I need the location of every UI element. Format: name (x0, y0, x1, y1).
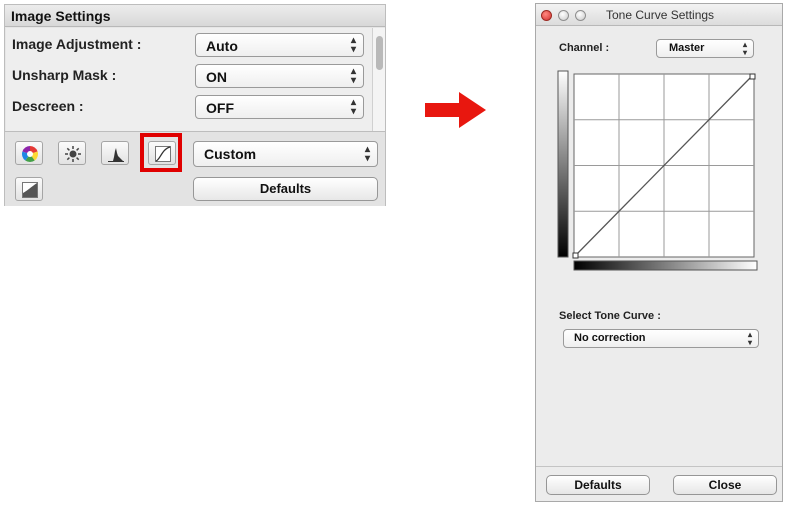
window-title: Tone Curve Settings (606, 8, 715, 22)
unsharp-mask-value: ON (206, 69, 227, 85)
tone-curve-graph[interactable] (557, 70, 759, 273)
tone-curve-settings-window: Tone Curve Settings Channel : Master ▴ ▾ … (535, 3, 783, 502)
brightness-contrast-icon (65, 146, 81, 162)
histogram-icon (108, 148, 124, 162)
close-window-icon[interactable] (541, 10, 552, 21)
select-tone-curve-select[interactable]: No correction ▴ ▾ (563, 329, 759, 348)
descreen-row: Descreen : OFF ▴ ▾ (6, 92, 372, 123)
final-review-button[interactable] (15, 177, 43, 201)
descreen-select[interactable]: OFF ▴ ▾ (195, 95, 364, 119)
curve-end-handle[interactable] (749, 73, 756, 80)
minimize-window-icon[interactable] (558, 10, 569, 21)
tone-settings-preset-select[interactable]: Custom ▴ ▾ (193, 141, 378, 167)
up-down-arrows-icon: ▴ ▾ (747, 330, 752, 347)
channel-select[interactable]: Master ▴ ▾ (656, 39, 754, 58)
image-adjustment-row: Image Adjustment : Auto ▴ ▾ (6, 30, 372, 61)
channel-value: Master (669, 42, 705, 54)
output-gradient-bar (557, 70, 569, 258)
up-down-arrows-icon: ▴ ▾ (364, 144, 370, 164)
up-down-arrows-icon: ▴ ▾ (350, 66, 356, 86)
channel-label: Channel : (559, 42, 610, 54)
image-settings-panel: Image Settings Image Adjustment : Auto ▴… (4, 4, 386, 206)
image-adjustment-select[interactable]: Auto ▴ ▾ (195, 33, 364, 57)
input-gradient-bar (573, 260, 758, 271)
window-titlebar: Tone Curve Settings (536, 4, 782, 26)
unsharp-mask-label: Unsharp Mask : (12, 67, 117, 83)
up-down-arrows-icon: ▴ ▾ (350, 35, 356, 55)
histogram-button[interactable] (101, 141, 129, 165)
curve-start-handle[interactable] (572, 252, 579, 259)
defaults-button[interactable]: Defaults (546, 475, 650, 495)
descreen-label: Descreen : (12, 98, 84, 114)
panel-title: Image Settings (5, 5, 385, 27)
up-down-arrows-icon: ▴ ▾ (350, 97, 356, 117)
final-review-icon (22, 182, 38, 198)
scrollbar-thumb[interactable] (376, 36, 383, 70)
unsharp-mask-select[interactable]: ON ▴ ▾ (195, 64, 364, 88)
image-adjustment-label: Image Adjustment : (12, 36, 142, 52)
preset-value: Custom (204, 146, 257, 162)
up-down-arrows-icon: ▴ ▾ (742, 40, 747, 57)
zoom-window-icon[interactable] (575, 10, 586, 21)
right-arrow-icon (425, 92, 486, 128)
defaults-button[interactable]: Defaults (193, 177, 378, 201)
bottom-separator (536, 466, 782, 467)
saturation-color-balance-button[interactable] (15, 141, 43, 165)
descreen-value: OFF (206, 100, 234, 116)
close-button[interactable]: Close (673, 475, 777, 495)
settings-scrollbar[interactable] (372, 28, 385, 131)
tone-curve-value: No correction (574, 332, 646, 344)
saturation-color-balance-icon (21, 146, 39, 163)
brightness-contrast-button[interactable] (58, 141, 86, 165)
adjustment-toolbar: Custom ▴ ▾ Defaults (5, 131, 385, 206)
settings-list: Image Adjustment : Auto ▴ ▾ Unsharp Mask … (6, 28, 372, 131)
image-adjustment-value: Auto (206, 38, 238, 54)
tone-curve-button-highlight (140, 133, 182, 172)
unsharp-mask-row: Unsharp Mask : ON ▴ ▾ (6, 61, 372, 92)
select-tone-curve-label: Select Tone Curve : (559, 310, 661, 322)
